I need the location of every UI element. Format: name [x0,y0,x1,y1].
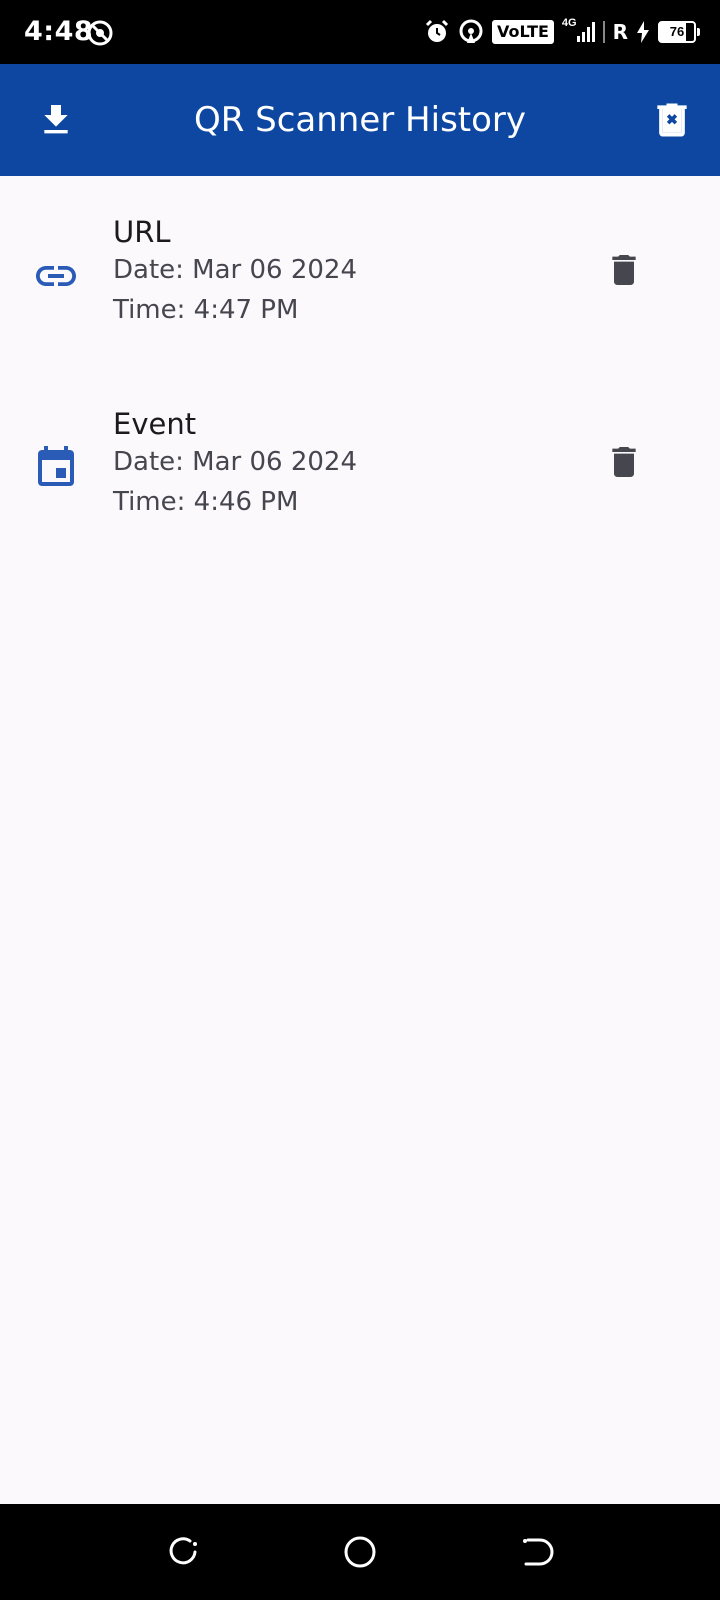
signal-icon [576,22,595,42]
delete-all-button[interactable] [644,92,700,148]
divider [602,21,605,43]
do-not-disturb-icon [87,20,113,46]
item-time: Time: 4:47 PM [113,295,299,325]
status-bar: 4:48 VoLTE 4G R 76 [0,0,720,64]
home-icon[interactable] [340,1532,380,1572]
item-text: Event Date: Mar 06 2024 Time: 4:46 PM [113,406,357,522]
navigation-bar [0,1504,720,1600]
volte-badge: VoLTE [492,20,554,44]
calendar-icon [38,446,74,486]
delete-all-icon [657,103,687,137]
item-time: Time: 4:46 PM [113,487,299,517]
hotspot-icon [459,19,483,43]
charging-icon [637,21,649,43]
roaming-indicator: R [612,20,628,44]
link-icon [36,266,76,286]
trash-icon [612,255,636,285]
status-time: 4:48 [24,16,94,47]
history-list: URL Date: Mar 06 2024 Time: 4:47 PM Even… [0,176,720,560]
trash-icon [612,447,636,477]
list-item[interactable]: Event Date: Mar 06 2024 Time: 4:46 PM [0,368,720,560]
item-text: URL Date: Mar 06 2024 Time: 4:47 PM [113,214,357,330]
app-bar: QR Scanner History [0,64,720,176]
list-item[interactable]: URL Date: Mar 06 2024 Time: 4:47 PM [0,176,720,368]
item-title: Event [113,407,197,441]
back-icon[interactable] [516,1532,556,1572]
item-date: Date: Mar 06 2024 [113,447,358,477]
page-title: QR Scanner History [193,100,527,140]
delete-item-button[interactable] [600,246,648,294]
delete-item-button[interactable] [600,438,648,486]
item-title: URL [113,215,171,249]
alarm-icon [425,19,449,42]
network-type: 4G [561,17,577,29]
battery-icon: 76 [658,21,700,43]
status-icons: VoLTE 4G R 76 [424,14,700,50]
recents-icon[interactable] [164,1532,204,1572]
item-date: Date: Mar 06 2024 [113,255,358,285]
battery-percent: 76 [669,24,685,39]
